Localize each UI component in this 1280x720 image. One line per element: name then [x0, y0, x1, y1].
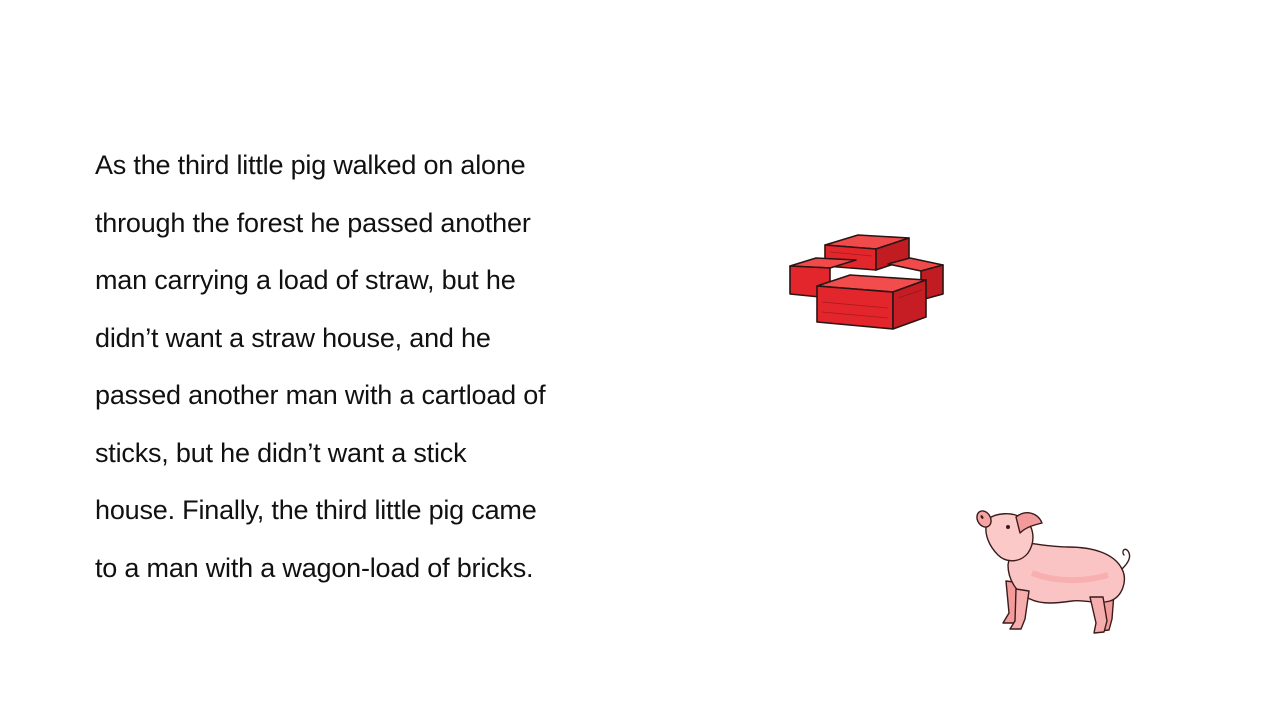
story-line-4: didn’t want a straw house, and he [95, 322, 491, 353]
story-line-1: As the third little pig walked on alone [95, 150, 526, 180]
bricks-icon [789, 234, 944, 330]
story-slide: As the third little pig walked on alone … [0, 0, 1280, 720]
story-line-8: to a man with a wagon-load of bricks. [95, 552, 534, 583]
story-line-7: house. Finally, the third little pig cam… [95, 495, 537, 525]
story-line-2: through the forest he passed another [95, 207, 531, 238]
story-line-3: man carrying a load of straw, but he [95, 265, 516, 295]
story-line-5: passed another man with a cartload of [95, 380, 546, 410]
story-paragraph: As the third little pig walked on alone … [95, 137, 635, 597]
pig-icon [976, 510, 1131, 634]
story-line-6: sticks, but he didn’t want a stick [95, 437, 467, 468]
